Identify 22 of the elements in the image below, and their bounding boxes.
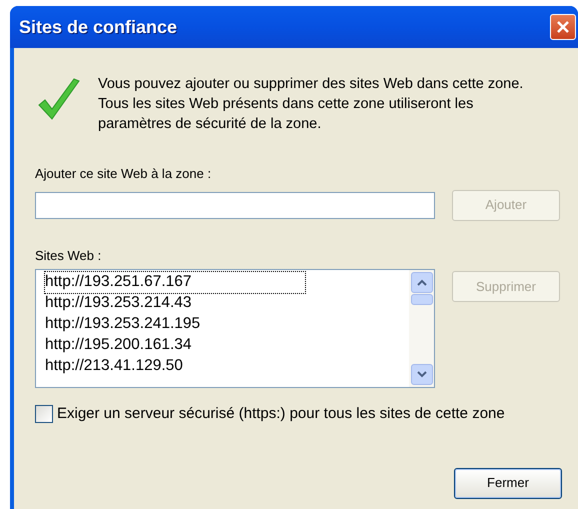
scrollbar[interactable]: [409, 270, 434, 387]
https-checkbox-label: Exiger un serveur sécurisé (https:) pour tous les sites de cette zone: [57, 404, 505, 424]
sites-listbox[interactable]: http://193.251.67.167 http://193.253.214.43 http://193.253.241.195 http://195.200.161.34 http://213.41.129.50: [35, 269, 435, 388]
site-list-item[interactable]: http://195.200.161.34: [45, 335, 194, 356]
close-dialog-button[interactable]: Fermer: [454, 468, 562, 498]
caret-up-icon: [416, 279, 426, 286]
scroll-up-button[interactable]: [410, 272, 432, 293]
add-site-field[interactable]: [35, 192, 435, 218]
caret-down-icon: [416, 371, 426, 378]
https-checkbox[interactable]: [35, 405, 53, 424]
close-button[interactable]: [550, 14, 576, 40]
window-title: Sites de confiance: [19, 16, 178, 38]
sites-label: Sites Web :: [35, 246, 102, 264]
scroll-thumb[interactable]: [410, 294, 432, 305]
add-field-label: Ajouter ce site Web à la zone :: [35, 165, 212, 183]
site-list-item[interactable]: http://193.251.67.167: [45, 272, 305, 293]
description-text: Vous pouvez ajouter ou supprimer des sites Web dans cette zone. Tous les sites Web présents dans cette zone utiliseront les paramètres de sécurité de la zone.: [98, 75, 524, 134]
scroll-down-button[interactable]: [410, 364, 432, 385]
site-list-item[interactable]: http://193.253.241.195: [45, 314, 202, 335]
site-list-item[interactable]: http://193.253.214.43: [45, 293, 194, 314]
site-list-item[interactable]: http://213.41.129.50: [45, 356, 185, 377]
close-icon: [556, 20, 570, 34]
